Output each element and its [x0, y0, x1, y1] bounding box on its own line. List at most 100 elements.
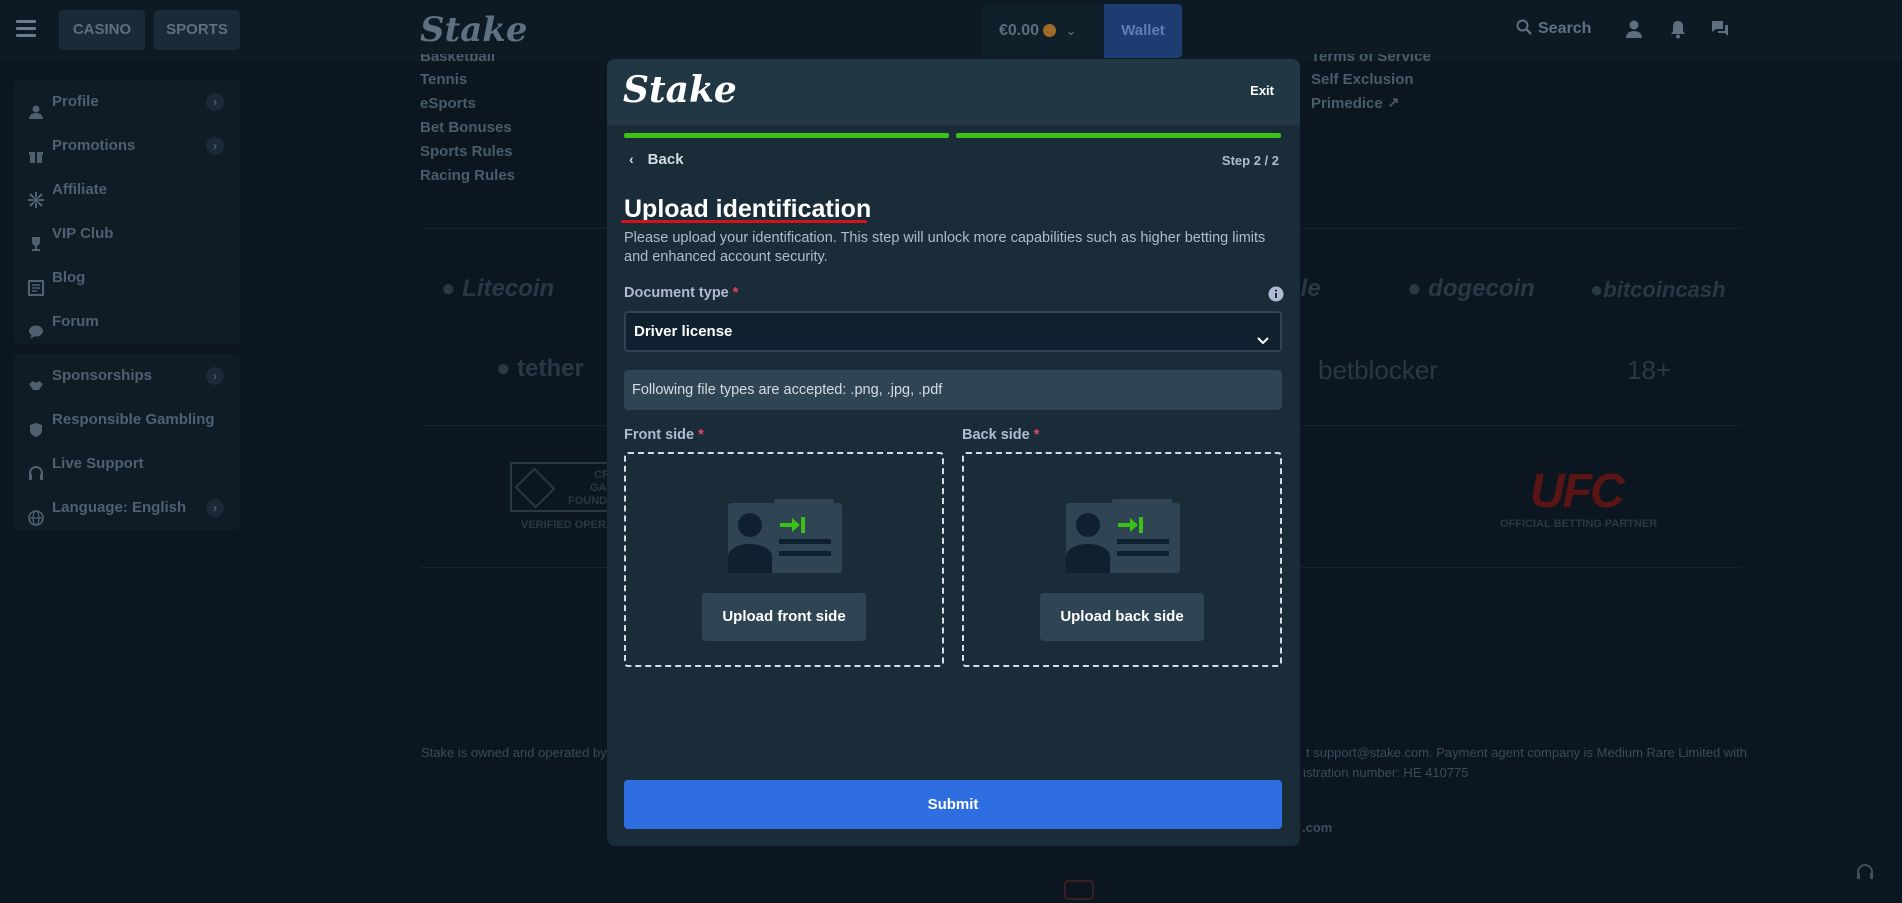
chevron-down-icon: ⌄	[1066, 24, 1077, 38]
handshake-icon	[28, 368, 44, 390]
sidebar-item-sponsorships[interactable]: Sponsorships ›	[14, 354, 240, 398]
upload-back-side-button[interactable]: Upload back side	[1040, 593, 1204, 641]
tab-sports[interactable]: SPORTS	[154, 10, 240, 50]
menu-icon[interactable]	[16, 20, 36, 38]
shield-icon	[28, 412, 44, 437]
dogecoin-logo: ● dogecoin	[1407, 275, 1535, 303]
front-side-label: Front side *	[624, 427, 704, 443]
sidebar-item-label: Forum	[52, 313, 99, 330]
chat-icon[interactable]	[1710, 19, 1730, 39]
sidebar-item-vip-club[interactable]: VIP Club	[14, 212, 240, 256]
tab-casino[interactable]: CASINO	[59, 10, 145, 50]
sidebar-item-label: Live Support	[52, 455, 144, 472]
gift-icon	[28, 138, 44, 163]
sidebar-item-blog[interactable]: Blog	[14, 256, 240, 300]
title-underline	[621, 220, 867, 223]
support-links: Terms of Service Self Exclusion Primedic…	[1311, 54, 1431, 116]
search-button[interactable]: Search	[1516, 19, 1591, 38]
document-type-value: Driver license	[634, 323, 733, 340]
chevron-down-icon	[1256, 325, 1270, 345]
user-icon[interactable]	[1624, 19, 1644, 39]
headset-icon	[28, 456, 44, 480]
affiliate-icon	[28, 182, 44, 208]
sidebar-item-language[interactable]: Language: English ›	[14, 486, 240, 530]
footer-link[interactable]: Basketball	[420, 54, 515, 68]
footer-legal-text: t support@stake.com. Payment agent compa…	[1306, 745, 1747, 760]
sidebar-group-secondary: Sponsorships › Responsible Gambling Live …	[14, 354, 240, 530]
id-card-upload-icon	[1066, 499, 1180, 573]
balance-amount: €0.00	[999, 22, 1040, 39]
litecoin-logo: ● Litecoin	[441, 275, 554, 303]
upload-front-side-button[interactable]: Upload front side	[702, 593, 866, 641]
headset-icon[interactable]	[1856, 864, 1874, 882]
forum-icon	[28, 314, 44, 339]
dogecoin-icon: ●	[1407, 275, 1429, 302]
footer-legal-text: .com	[1302, 820, 1333, 835]
footer-link[interactable]: eSports	[420, 92, 515, 116]
blog-icon	[28, 270, 44, 296]
ufc-caption: OFFICIAL BETTING PARTNER	[1500, 518, 1658, 530]
footer-link[interactable]: Bet Bonuses	[420, 116, 515, 140]
chevron-right-icon: ›	[206, 499, 224, 517]
sidebar-item-label: VIP Club	[52, 225, 114, 242]
sidebar-item-forum[interactable]: Forum	[14, 300, 240, 344]
age-restriction-badge: 18+	[1627, 355, 1672, 385]
sidebar-item-label: Language: English	[52, 499, 187, 516]
balance-selector[interactable]: €0.00 ⌄	[983, 4, 1104, 58]
sports-links: Basketball Tennis eSports Bet Bonuses Sp…	[420, 54, 515, 188]
step-progress-bar	[624, 133, 1281, 138]
front-side-dropzone[interactable]: Upload front side	[624, 452, 944, 667]
sidebar-item-label: Profile	[52, 93, 99, 110]
sidebar-item-affiliate[interactable]: Affiliate	[14, 168, 240, 212]
stake-logo: Stake	[623, 69, 737, 111]
footer-link[interactable]: Self Exclusion	[1311, 68, 1431, 92]
id-card-upload-icon	[728, 499, 842, 573]
sidebar-item-live-support[interactable]: Live Support	[14, 442, 240, 486]
coin-icon	[1043, 24, 1057, 37]
brand-label: dogecoin	[1428, 275, 1535, 302]
required-mark: *	[732, 285, 739, 301]
back-side-label: Back side *	[962, 427, 1039, 443]
tether-icon: ●	[496, 355, 518, 382]
chevron-right-icon: ›	[206, 93, 224, 111]
top-bar: CASINO SPORTS Stake €0.00 ⌄ Wallet Search	[0, 0, 1902, 62]
license-seal-icon	[1064, 880, 1094, 900]
tether-logo: ● tether	[496, 355, 584, 383]
footer-link[interactable]: Tennis	[420, 68, 515, 92]
modal-header: Stake Exit	[607, 59, 1300, 125]
bell-icon[interactable]	[1668, 19, 1688, 39]
upload-identification-modal: Stake Exit ‹ Back Step 2 / 2 Upload ident…	[607, 59, 1300, 846]
bitcoincash-icon: ●	[1590, 277, 1604, 302]
info-icon[interactable]	[1268, 286, 1284, 302]
footer-link-label: Primedice	[1311, 95, 1383, 112]
label-text: Back side	[962, 427, 1030, 443]
footer-legal-text: Stake is owned and operated by	[421, 745, 607, 760]
sidebar-item-profile[interactable]: Profile ›	[14, 80, 240, 124]
footer-link[interactable]: Sports Rules	[420, 140, 515, 164]
submit-button[interactable]: Submit	[624, 780, 1282, 829]
footer-link[interactable]: Racing Rules	[420, 164, 515, 188]
document-type-select[interactable]: Driver license	[624, 311, 1282, 352]
search-icon	[1516, 19, 1532, 35]
footer-link[interactable]: Terms of Service	[1311, 54, 1431, 68]
external-link-icon: ↗	[1386, 95, 1400, 112]
exit-button[interactable]: Exit	[1250, 83, 1274, 98]
sidebar-item-label: Responsible Gambling	[52, 411, 215, 428]
verified-operator-label: VERIFIED OPERAT	[521, 519, 620, 531]
footer-link[interactable]: Primedice ↗	[1311, 92, 1431, 116]
sidebar-item-responsible-gambling[interactable]: Responsible Gambling	[14, 398, 240, 442]
sidebar-item-label: Promotions	[52, 137, 136, 154]
brand-label: Litecoin	[462, 275, 555, 302]
back-button[interactable]: ‹ Back	[629, 151, 1279, 168]
stake-logo[interactable]: Stake	[420, 10, 527, 50]
wallet-button[interactable]: Wallet	[1104, 4, 1182, 58]
label-text: Front side	[624, 427, 695, 443]
label-text: Document type	[624, 285, 729, 301]
sidebar-item-label: Affiliate	[52, 181, 108, 198]
chevron-left-icon: ‹	[629, 151, 634, 167]
navigation-row: ‹ Back Step 2 / 2	[629, 151, 1279, 173]
sidebar-item-promotions[interactable]: Promotions ›	[14, 124, 240, 168]
footer-legal-text: istration number: HE 410775	[1303, 765, 1469, 780]
crypto-gaming-foundation-logo: CRY GAMI FOUNDA	[510, 462, 619, 512]
back-side-dropzone[interactable]: Upload back side	[962, 452, 1282, 667]
